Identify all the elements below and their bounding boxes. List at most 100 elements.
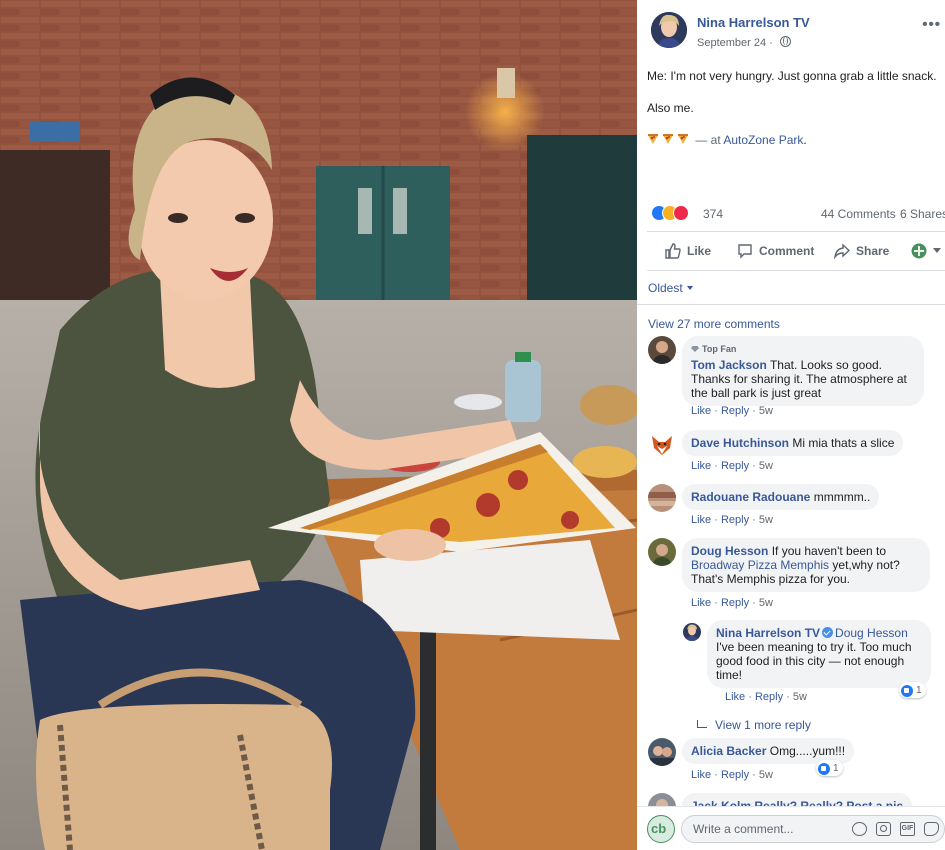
comment-time[interactable]: 5w [759, 597, 773, 609]
share-button-label: Share [856, 244, 890, 258]
comment-time[interactable]: 5w [759, 460, 773, 472]
separator: · [745, 691, 755, 703]
comment-actions: Like · Reply · 5w [691, 405, 773, 417]
reply-bubble: Nina Harrelson TV Doug Hesson I've been m… [707, 620, 931, 688]
reply-arrow-icon [697, 720, 707, 728]
commenter-avatar[interactable] [648, 738, 676, 766]
comment-text: mmmmm.. [813, 490, 871, 504]
pizza-emoji [648, 134, 658, 144]
post-photo[interactable] [0, 0, 637, 850]
comment-input-placeholder: Write a comment... [693, 822, 794, 836]
comment-like-link[interactable]: Like [691, 514, 711, 526]
share-icon [834, 243, 850, 259]
location-prefix: — at [692, 133, 724, 147]
sort-label: Oldest [648, 281, 683, 295]
love-reaction-icon[interactable] [673, 205, 689, 221]
comment-like-link[interactable]: Like [691, 405, 711, 417]
commenter-avatar[interactable] [648, 538, 676, 566]
comment-bubble: Dave Hutchinson Mi mia thats a slice [682, 430, 904, 456]
comment-reply-link[interactable]: Reply [721, 769, 749, 781]
comment-like-link[interactable]: Like [691, 769, 711, 781]
comment-actions: Like · Reply · 5w [691, 597, 773, 609]
globe-icon [779, 36, 791, 47]
audience-selector[interactable] [911, 243, 941, 259]
post-date-text[interactable]: September 24 · [697, 37, 776, 49]
chevron-down-icon [933, 248, 941, 253]
reply-actions: Like · Reply · 5w [725, 691, 807, 703]
comment-like-link[interactable]: Like [691, 460, 711, 472]
gif-icon[interactable]: GIF [900, 822, 915, 836]
comment-time[interactable]: 5w [759, 769, 773, 781]
comments-count[interactable]: 44 Comments [821, 207, 896, 221]
like-button[interactable]: Like [665, 243, 711, 259]
separator: · [711, 514, 721, 526]
location-suffix: . [803, 133, 807, 147]
location-link[interactable]: AutoZone Park [723, 133, 803, 147]
reply-text: I've been meaning to try it. Too much go… [716, 640, 912, 682]
comment-time[interactable]: 5w [759, 514, 773, 526]
comment-reaction-count[interactable]: 1 [816, 760, 843, 776]
commenter-name[interactable]: Tom Jackson [691, 358, 767, 372]
reactions-bar: 374 44 Comments 6 Shares [651, 205, 945, 223]
commenter-name[interactable]: Radouane Radouane [691, 490, 810, 504]
reply-reply-link[interactable]: Reply [755, 691, 783, 703]
replier-name[interactable]: Nina Harrelson TV [716, 626, 820, 640]
comment-reply-link[interactable]: Reply [721, 514, 749, 526]
page-name[interactable]: Nina Harrelson TV [697, 15, 810, 30]
comment-reaction-number: 1 [833, 763, 839, 774]
post-header: Nina Harrelson TV September 24 · ••• [651, 12, 941, 52]
comment-page-link[interactable]: Broadway Pizza Memphis [691, 558, 829, 572]
comment-reply-link[interactable]: Reply [721, 460, 749, 472]
more-icon[interactable]: ••• [922, 16, 941, 33]
verified-icon [822, 627, 834, 638]
comment-time[interactable]: 5w [759, 405, 773, 417]
post-sidebar: Nina Harrelson TV September 24 · ••• Me:… [637, 0, 945, 850]
view-more-comments-link[interactable]: View 27 more comments [648, 317, 780, 331]
like-reaction-icon [901, 684, 913, 697]
comment-bubble: Top Fan Tom Jackson That. Looks so good.… [682, 336, 924, 406]
separator: · [749, 405, 759, 417]
commenter-avatar[interactable] [648, 430, 676, 458]
post-text-line: Also me. [647, 101, 694, 115]
reply-reaction-number: 1 [916, 685, 922, 696]
commenter-name[interactable]: Dave Hutchinson [691, 436, 789, 450]
comment-actions: Like · Reply · 5w [691, 460, 773, 472]
like-reaction-icon [818, 762, 830, 775]
reply-like-link[interactable]: Like [725, 691, 745, 703]
view-more-replies-link[interactable]: View 1 more reply [697, 718, 811, 732]
separator: · [711, 460, 721, 472]
comment-like-link[interactable]: Like [691, 597, 711, 609]
comment-sort-dropdown[interactable]: Oldest [648, 281, 693, 295]
post-text-line: Me: I'm not very hungry. Just gonna grab… [647, 69, 937, 83]
comment-reply-link[interactable]: Reply [721, 597, 749, 609]
commenter-name[interactable]: Alicia Backer [691, 744, 766, 758]
comment-button[interactable]: Comment [737, 243, 814, 259]
page-avatar[interactable] [651, 12, 687, 48]
account-avatar-icon [911, 243, 927, 259]
separator: · [711, 405, 721, 417]
camera-icon[interactable] [876, 822, 891, 836]
reply-time[interactable]: 5w [793, 691, 807, 703]
comment-text: Mi mia thats a slice [792, 436, 895, 450]
replier-avatar[interactable] [683, 623, 701, 641]
reply-mention[interactable]: Doug Hesson [835, 626, 908, 640]
emoji-icon[interactable] [852, 822, 867, 836]
commenter-avatar[interactable] [648, 336, 676, 364]
comment-actions: Like · Reply · 5w [691, 769, 773, 781]
post-date[interactable]: September 24 · [697, 36, 791, 49]
reply-reaction-count[interactable]: 1 [899, 682, 926, 698]
shares-count[interactable]: 6 Shares [900, 207, 945, 221]
share-button[interactable]: Share [834, 243, 889, 259]
avatar-initials: cb [651, 821, 666, 836]
post-text: Me: I'm not very hungry. Just gonna grab… [647, 68, 939, 164]
commenter-name[interactable]: Doug Hesson [691, 544, 768, 558]
commenter-avatar[interactable] [648, 484, 676, 512]
comment-reply-link[interactable]: Reply [721, 405, 749, 417]
sticker-icon[interactable] [924, 822, 939, 836]
separator: · [749, 769, 759, 781]
pizza-emoji [678, 134, 688, 144]
reaction-count[interactable]: 374 [703, 207, 723, 221]
comment-bubble: Radouane Radouane mmmmm.. [682, 484, 880, 510]
pizza-emoji [663, 134, 673, 144]
current-user-avatar[interactable]: cb [647, 815, 675, 843]
